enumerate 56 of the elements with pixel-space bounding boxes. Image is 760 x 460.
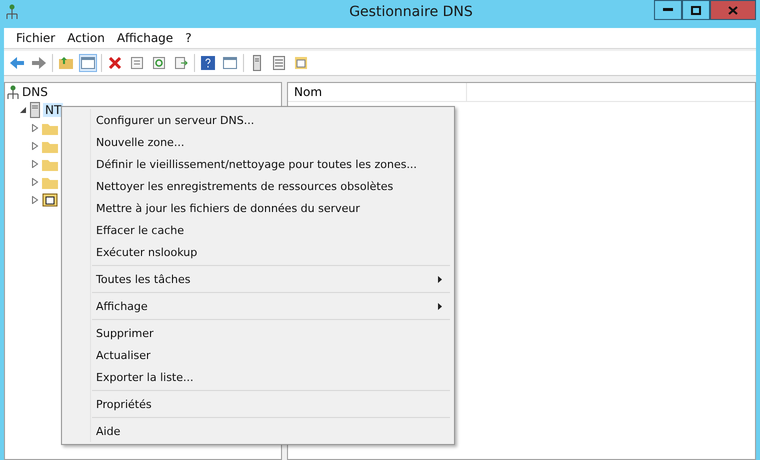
minimize-button[interactable] [654, 0, 682, 20]
close-icon [728, 6, 738, 14]
folder-up-button[interactable] [57, 54, 75, 72]
list-button[interactable] [270, 54, 288, 72]
expand-icon[interactable] [31, 160, 39, 168]
menu-option[interactable]: Effacer le cache [64, 219, 452, 241]
window-title: Gestionnaire DNS [348, 4, 474, 20]
close-button[interactable] [710, 0, 756, 20]
pane-toggle-button[interactable] [79, 54, 97, 72]
maximize-button[interactable] [682, 0, 710, 20]
expand-icon[interactable] [31, 178, 39, 186]
log-icon [42, 193, 58, 207]
folder-icon [42, 158, 58, 170]
menu-option[interactable]: Nouvelle zone... [64, 131, 452, 153]
help-button[interactable] [199, 54, 217, 72]
server-icon [30, 102, 40, 118]
maximize-icon [691, 6, 701, 14]
menu-item[interactable]: ? [179, 31, 198, 45]
menu-option[interactable]: Configurer un serveur DNS... [64, 109, 452, 131]
forward-arrow-button[interactable] [30, 54, 48, 72]
app-icon [6, 4, 18, 20]
tree-item[interactable]: DNS [22, 85, 48, 99]
menu-option[interactable]: Définir le vieillissement/nettoyage pour toutes les zones... [64, 153, 452, 175]
menu-option[interactable]: Aide [64, 420, 452, 442]
expand-icon[interactable] [31, 196, 39, 204]
minimize-icon [663, 8, 673, 12]
submenu-option[interactable]: Toutes les tâches [64, 268, 452, 290]
folder-icon [42, 176, 58, 188]
network-icon [7, 85, 19, 99]
refresh-button[interactable] [150, 54, 168, 72]
menu-option[interactable]: Mettre à jour les fichiers de données du serveur [64, 197, 452, 219]
collapse-icon[interactable] [19, 106, 27, 114]
menu-option[interactable]: Exporter la liste... [64, 366, 452, 388]
menu-option[interactable]: Propriétés [64, 393, 452, 415]
menu-option[interactable]: Actualiser [64, 344, 452, 366]
folder-icon [42, 140, 58, 152]
export-button[interactable] [172, 54, 190, 72]
menu-item[interactable]: Affichage [110, 31, 180, 45]
menu-option[interactable]: Exécuter nslookup [64, 241, 452, 263]
properties-button[interactable] [128, 54, 146, 72]
clipboard-button[interactable] [292, 54, 310, 72]
menu-option[interactable]: Nettoyer les enregistrements de ressources obsolètes [64, 175, 452, 197]
pane-button[interactable] [221, 54, 239, 72]
back-arrow-button[interactable] [8, 54, 26, 72]
menu-option[interactable]: Supprimer [64, 322, 452, 344]
menu-item[interactable]: Action [61, 31, 111, 45]
submenu-arrow-icon [438, 302, 442, 310]
expand-icon[interactable] [31, 142, 39, 150]
menu-item[interactable]: Fichier [10, 31, 62, 45]
submenu-option[interactable]: Affichage [64, 295, 452, 317]
folder-icon [42, 122, 58, 134]
delete-button[interactable] [106, 54, 124, 72]
expand-icon[interactable] [31, 124, 39, 132]
column-header[interactable]: Nom [288, 83, 467, 101]
tree-item[interactable]: NT [43, 103, 64, 117]
submenu-arrow-icon [438, 276, 442, 282]
